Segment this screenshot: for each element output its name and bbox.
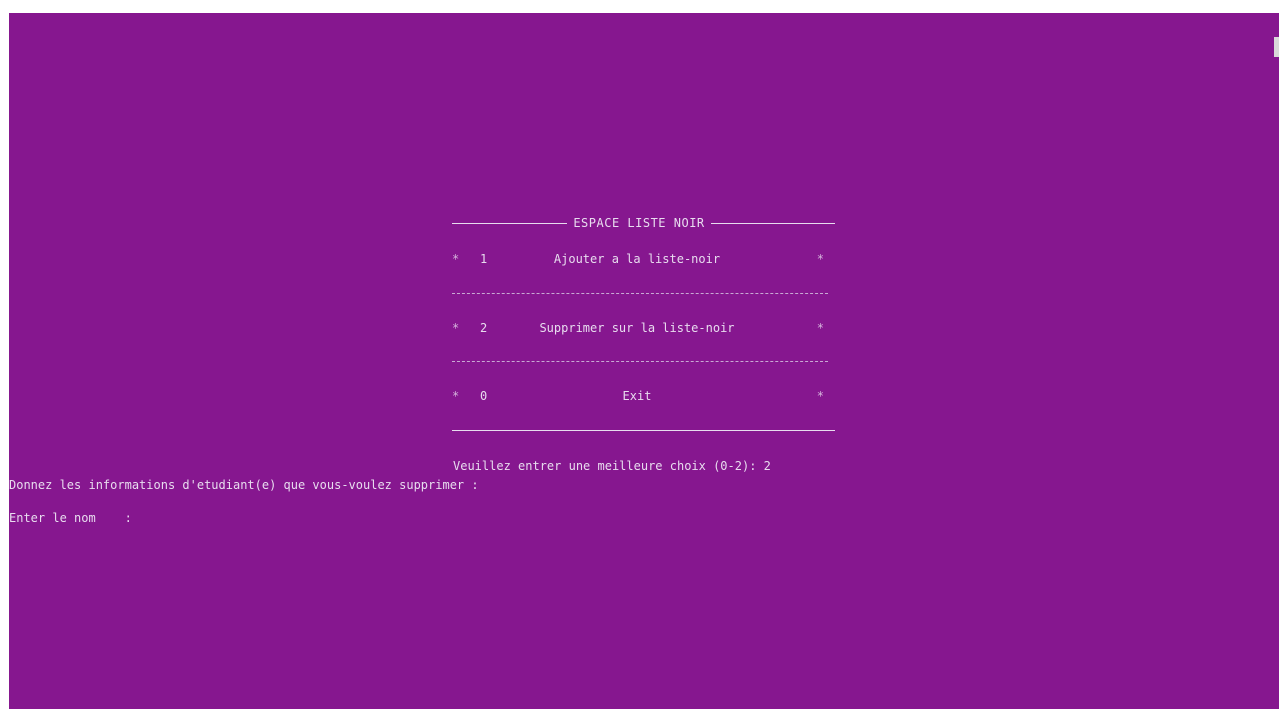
- choice-prompt: Veuillez entrer une meilleure choix (0-2…: [453, 459, 771, 473]
- menu-star-left: *: [452, 389, 460, 403]
- menu-star-right: *: [816, 321, 824, 335]
- menu-star-right: *: [816, 252, 824, 266]
- menu-top-border-left: [452, 223, 567, 224]
- menu-title: ESPACE LISTE NOIR: [573, 216, 705, 230]
- menu-separator: [452, 361, 828, 362]
- menu-item-number: 2: [480, 321, 488, 335]
- menu-item-remove: * 2 Supprimer sur la liste-noir *: [452, 321, 828, 335]
- info-prompt: Donnez les informations d'etudiant(e) qu…: [9, 478, 479, 492]
- menu-star-right: *: [816, 389, 824, 403]
- menu-item-label: Supprimer sur la liste-noir: [539, 321, 735, 335]
- menu-top-border-right: [711, 223, 835, 224]
- console-window[interactable]: ESPACE LISTE NOIR * 1 Ajouter a la liste…: [9, 13, 1279, 709]
- menu-item-exit: * 0 Exit *: [452, 389, 828, 403]
- menu-separator: [452, 293, 828, 294]
- menu-item-label: Exit: [622, 389, 652, 403]
- menu-item-number: 1: [480, 252, 488, 266]
- menu-item-number: 0: [480, 389, 488, 403]
- menu-bottom-border: [452, 430, 835, 431]
- menu-star-left: *: [452, 321, 460, 335]
- menu-item-label: Ajouter a la liste-noir: [553, 252, 721, 266]
- name-input-prompt[interactable]: Enter le nom :: [9, 511, 132, 525]
- menu-star-left: *: [452, 252, 460, 266]
- scrollbar-thumb[interactable]: [1274, 37, 1279, 57]
- menu-item-add: * 1 Ajouter a la liste-noir *: [452, 252, 828, 266]
